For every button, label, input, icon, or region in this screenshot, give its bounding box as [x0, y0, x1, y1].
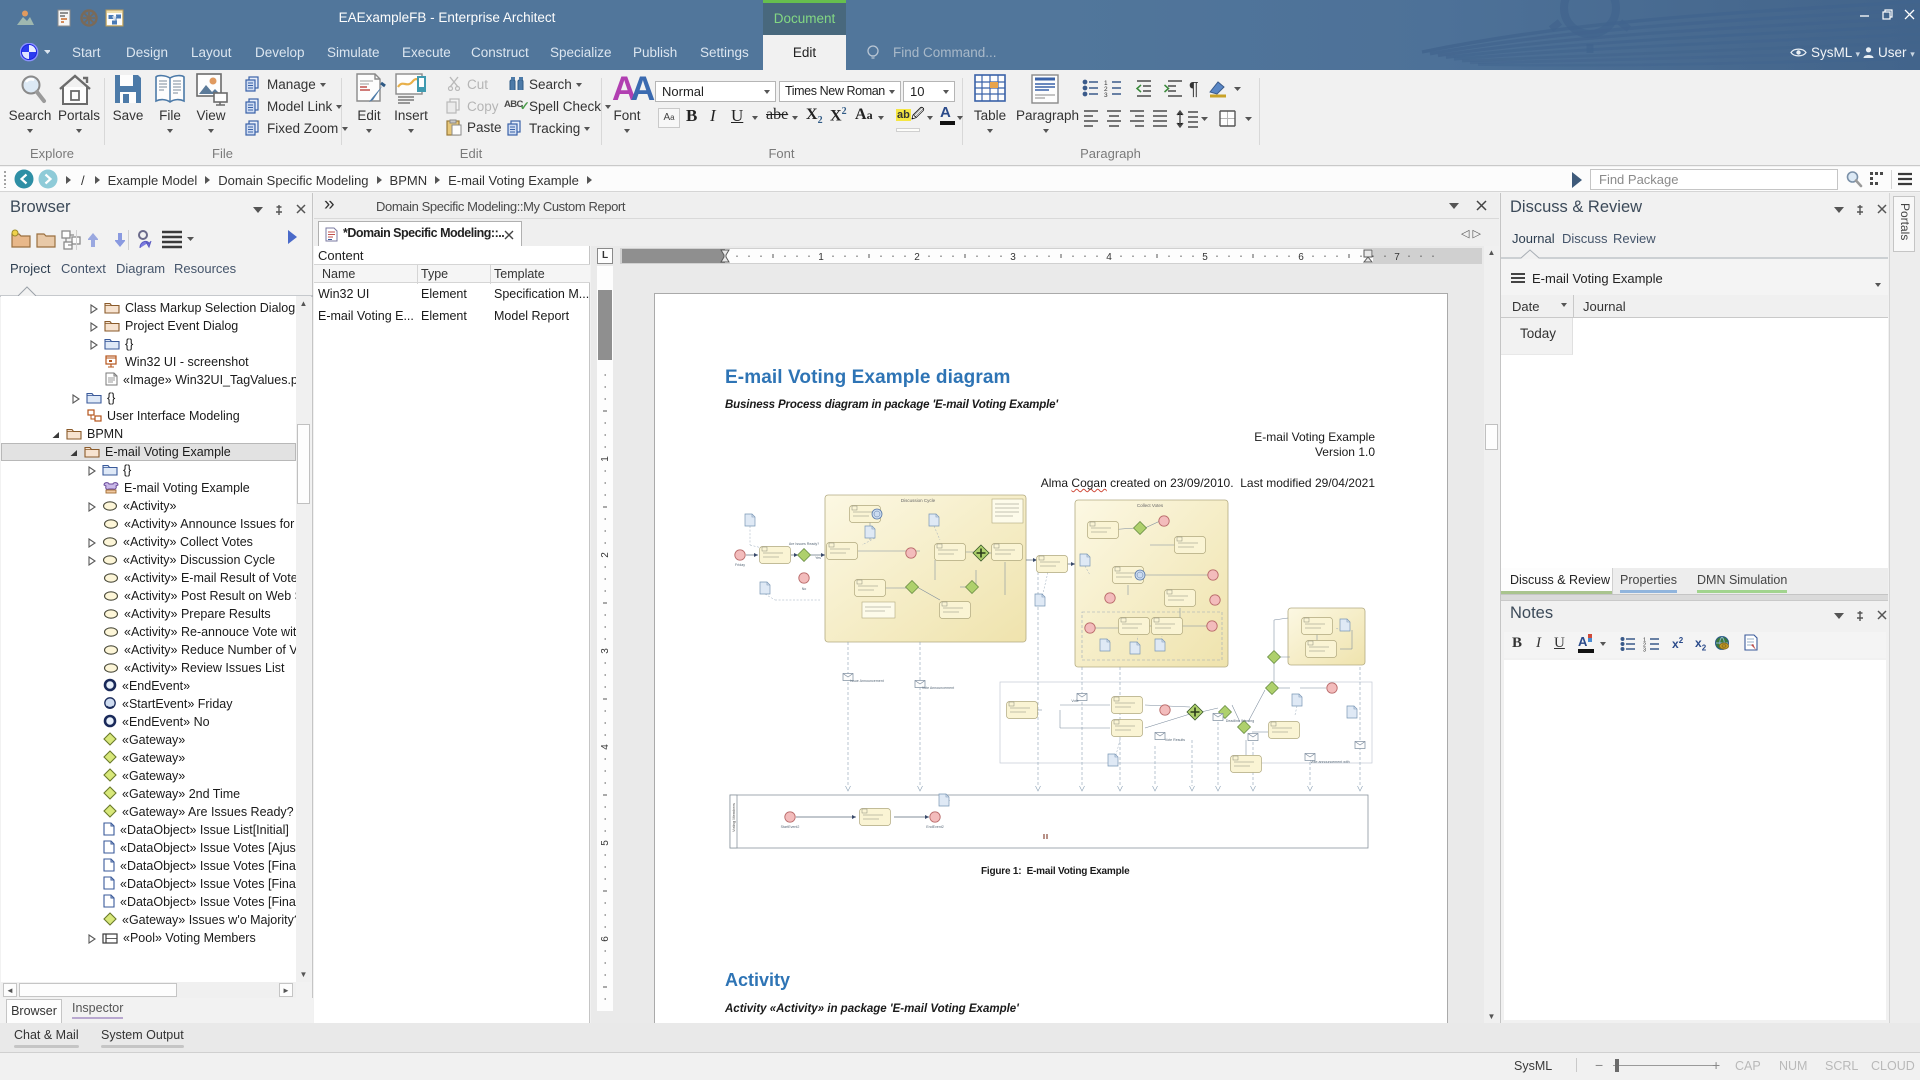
- svg-text:Are Issues Ready?: Are Issues Ready?: [789, 542, 819, 546]
- svg-text:Issue Announcement: Issue Announcement: [850, 679, 884, 683]
- svg-text:5: 5: [1202, 252, 1208, 263]
- svg-text:Deadline Warning: Deadline Warning: [1226, 719, 1254, 723]
- svg-text:¶: ¶: [1189, 79, 1199, 99]
- svg-text:Vote: Vote: [1071, 699, 1078, 703]
- svg-text:StartEvent2: StartEvent2: [781, 825, 800, 829]
- svg-text:Yes: Yes: [815, 556, 821, 560]
- svg-text:2: 2: [600, 552, 611, 558]
- svg-text:3: 3: [600, 648, 611, 654]
- svg-text:4: 4: [600, 744, 611, 750]
- svg-text:Vote announcement with: Vote announcement with: [1310, 760, 1349, 764]
- svg-text:Vote Results: Vote Results: [1165, 738, 1185, 742]
- svg-text:6: 6: [600, 936, 611, 942]
- svg-text:Voting Members: Voting Members: [731, 803, 736, 832]
- svg-text:1: 1: [600, 456, 611, 462]
- svg-text:Collect Votes: Collect Votes: [1137, 503, 1164, 508]
- svg-text:2: 2: [914, 252, 920, 263]
- svg-text:1: 1: [818, 252, 824, 263]
- svg-text:EndEvent2: EndEvent2: [926, 825, 944, 829]
- svg-text:3: 3: [1643, 648, 1646, 653]
- svg-text:Vote Announcement: Vote Announcement: [922, 686, 954, 690]
- svg-text:Discussion Cycle: Discussion Cycle: [901, 498, 936, 503]
- svg-text:No: No: [802, 587, 807, 591]
- svg-text:Friday: Friday: [735, 563, 745, 567]
- svg-text:3: 3: [1010, 252, 1016, 263]
- svg-text:3: 3: [1104, 92, 1108, 99]
- svg-text:7: 7: [1394, 252, 1400, 263]
- svg-text:5: 5: [600, 840, 611, 846]
- svg-text:6: 6: [1298, 252, 1304, 263]
- svg-text:4: 4: [1106, 252, 1112, 263]
